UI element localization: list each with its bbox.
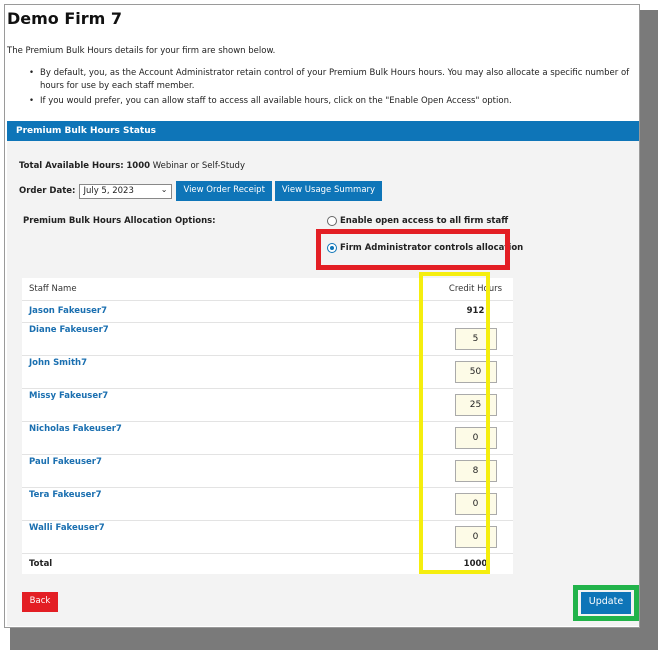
total-available-hours: Total Available Hours: 1000 Webinar or S… [19, 161, 245, 171]
intro-text: The Premium Bulk Hours details for your … [7, 46, 276, 56]
bullet-default-control: By default, you, as the Account Administ… [27, 67, 637, 92]
order-date-select[interactable]: July 5, 2023 ⌄ [79, 183, 173, 199]
order-row: Order Date: July 5, 2023 ⌄ View Order Re… [19, 181, 385, 201]
view-order-receipt-button[interactable]: View Order Receipt [176, 181, 272, 201]
view-usage-summary-button[interactable]: View Usage Summary [274, 181, 383, 201]
back-button[interactable]: Back [22, 592, 58, 612]
available-value: 1000 [126, 161, 151, 171]
staff-name-link[interactable]: Diane Fakeuser7 [29, 325, 438, 335]
total-label: Total [29, 558, 53, 569]
allocation-options-label: Premium Bulk Hours Allocation Options: [23, 216, 216, 226]
order-date-label: Order Date: [19, 186, 76, 196]
bulk-hours-panel: Premium Bulk Hours Status Total Availabl… [7, 121, 639, 626]
page-frame: Demo Firm 7 The Premium Bulk Hours detai… [4, 4, 640, 628]
chevron-down-icon: ⌄ [160, 184, 168, 194]
bullet-open-access: If you would prefer, you can allow staff… [27, 95, 637, 108]
staff-name-link[interactable]: Paul Fakeuser7 [29, 457, 438, 467]
update-button[interactable]: Update [581, 592, 631, 614]
highlight-red-box [316, 229, 510, 270]
option-open-label: Enable open access to all firm staff [340, 216, 509, 226]
staff-name-link[interactable]: Tera Fakeuser7 [29, 490, 438, 500]
available-suffix: Webinar or Self-Study [152, 161, 245, 171]
staff-name-link[interactable]: John Smith7 [29, 358, 438, 368]
staff-name-link[interactable]: Walli Fakeuser7 [29, 523, 438, 533]
staff-name-link[interactable]: Jason Fakeuser7 [29, 306, 438, 316]
page-title: Demo Firm 7 [7, 9, 123, 28]
order-date-value: July 5, 2023 [83, 185, 134, 196]
staff-name-link[interactable]: Nicholas Fakeuser7 [29, 424, 438, 434]
highlight-yellow-box [419, 272, 490, 574]
panel-header: Premium Bulk Hours Status [7, 121, 639, 141]
radio-open-access[interactable] [327, 216, 337, 226]
info-bullets: By default, you, as the Account Administ… [27, 67, 637, 111]
staff-name-link[interactable]: Missy Fakeuser7 [29, 391, 438, 401]
available-label: Total Available Hours: [19, 161, 124, 171]
col-staff-name: Staff Name [22, 278, 438, 301]
option-open-access[interactable]: Enable open access to all firm staff [327, 216, 508, 226]
